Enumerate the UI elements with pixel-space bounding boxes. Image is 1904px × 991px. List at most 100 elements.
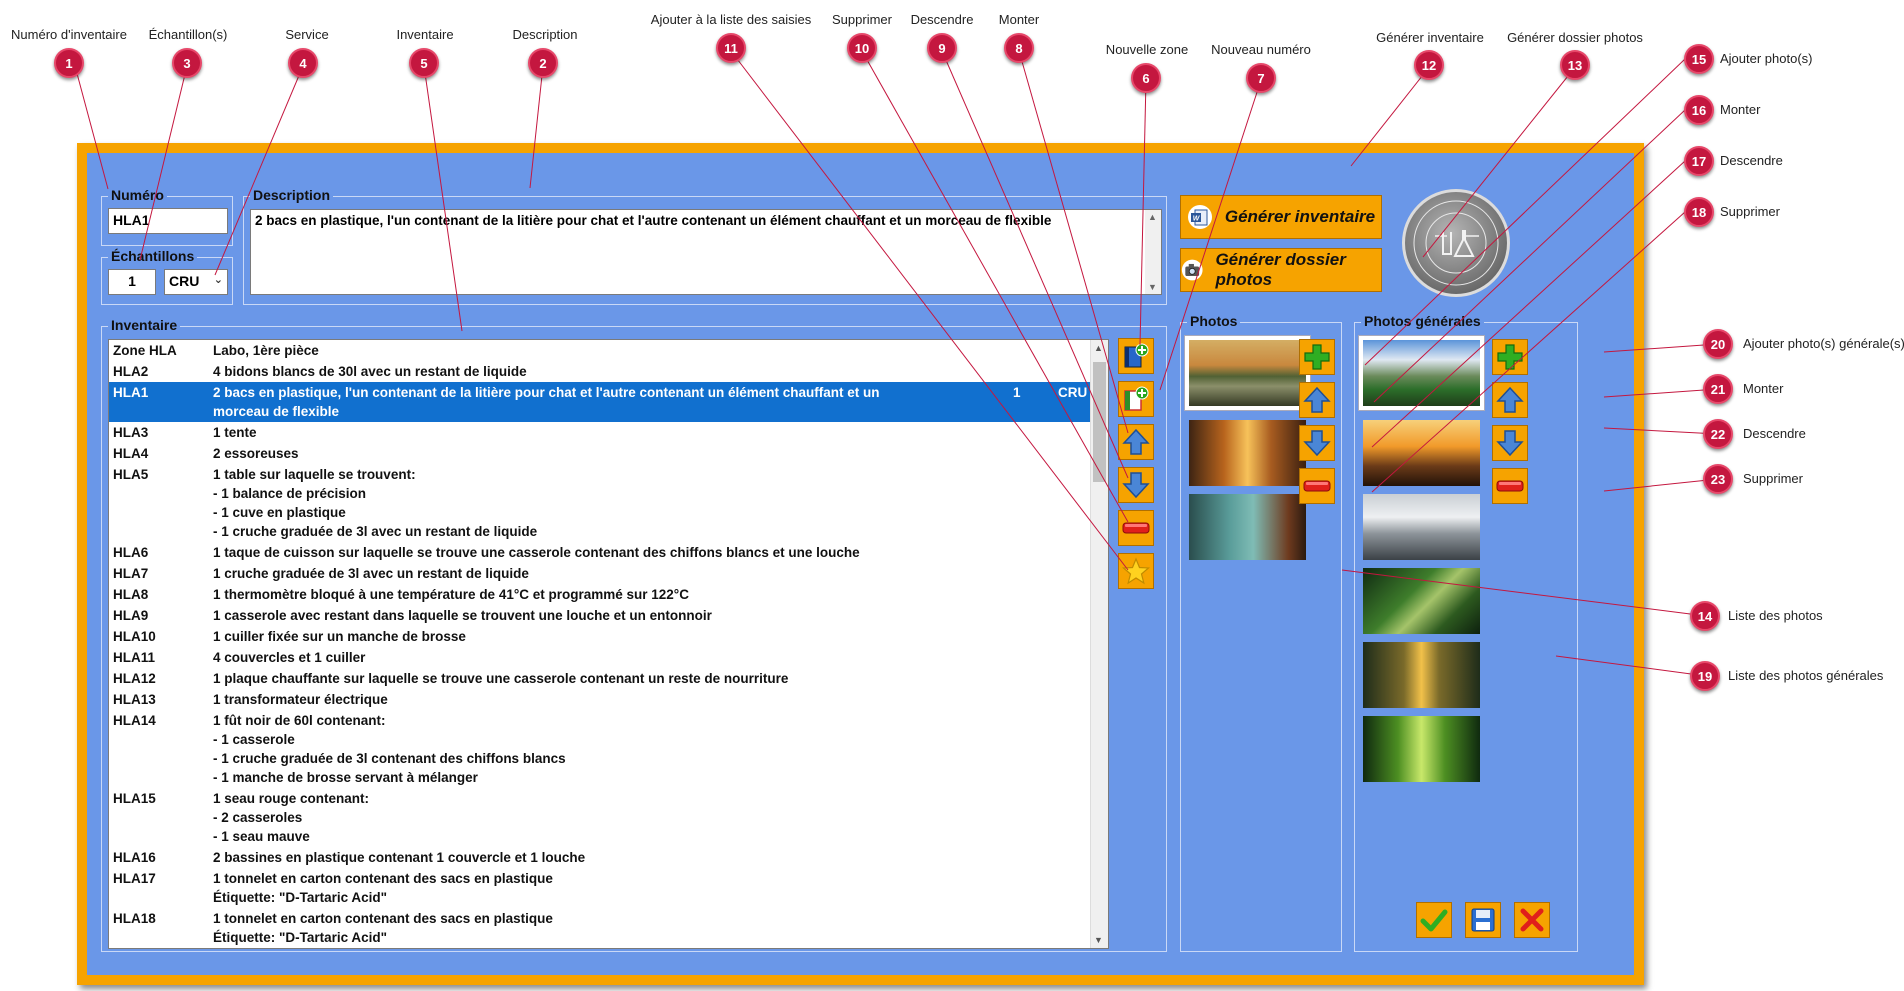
photo-thumbnail-1[interactable] [1185,336,1310,410]
description-textarea[interactable]: 2 bacs en plastique, l'un contenant de l… [250,209,1162,295]
inventory-row-quantity [1013,627,1058,646]
inventory-row[interactable]: HLA9 1 casserole avec restant dans laquel… [109,605,1108,626]
callout-badge-3: 3 [172,48,202,78]
inventory-row-description-line: 1 casserole avec restant dans laquelle s… [213,608,712,623]
numero-input[interactable]: HLA1 [108,208,228,234]
inventory-row[interactable]: HLA2 4 bidons blancs de 30l avec un resta… [109,361,1108,382]
inventory-row-quantity [1013,362,1058,381]
inventory-row[interactable]: Zone HLA Labo, 1ère pièce [109,340,1108,361]
inventory-row[interactable]: HLA8 1 thermomètre bloqué à une températu… [109,584,1108,605]
inventory-row-description-line: - 1 balance de précision [213,486,367,501]
cancel-button[interactable] [1514,902,1550,938]
general-photo-move-up-button[interactable] [1492,382,1528,418]
inventory-row[interactable]: HLA5 1 table sur laquelle se trouvent: - 1… [109,464,1108,542]
photo-thumbnail-2[interactable] [1189,420,1306,486]
inventory-row-description-line: Étiquette: "D-Tartaric Acid" [213,930,388,945]
photo-thumbnail-3[interactable] [1189,494,1306,560]
inventory-row-description: 4 couvercles et 1 cuiller [213,648,1013,667]
inventory-scrollbar[interactable]: ▲ ▼ [1090,340,1108,948]
description-title: Description [250,187,334,203]
callout-label-20: Ajouter photo(s) générale(s) [1743,336,1904,351]
callout-label-11: Ajouter à la liste des saisies [650,12,812,27]
callout-label-17: Descendre [1720,153,1783,168]
inventory-row-description-line: 2 essoreuses [213,446,299,461]
inventory-row-quantity [1013,465,1058,541]
generate-photo-folder-button[interactable]: Générer dossier photos [1180,248,1382,292]
validate-button[interactable] [1416,902,1452,938]
callout-label-7: Nouveau numéro [1211,42,1311,57]
inventory-row-code: HLA13 [113,692,156,707]
inventory-row[interactable]: HLA4 2 essoreuses [109,443,1108,464]
new-number-button[interactable] [1118,381,1154,417]
inventory-row-code: HLA14 [113,713,156,728]
inventory-row-code: HLA6 [113,545,149,560]
delete-icon [1122,522,1150,534]
echantillons-quantity-input[interactable]: 1 [108,269,156,295]
inventory-row-quantity [1013,606,1058,625]
photo-delete-button[interactable] [1299,468,1335,504]
inventory-row-code: HLA4 [113,446,149,461]
inventory-row[interactable]: HLA3 1 tente [109,422,1108,443]
general-photo-thumbnail-1[interactable] [1359,336,1484,410]
inventory-row-description: 1 plaque chauffante sur laquelle se trou… [213,669,1013,688]
callout-label-6: Nouvelle zone [1105,42,1189,57]
generate-inventory-button[interactable]: W Générer inventaire [1180,195,1382,239]
scroll-down-icon[interactable]: ▼ [1148,282,1157,292]
inventory-row[interactable]: HLA18 1 tonnelet en carton contenant des … [109,908,1108,948]
add-general-photo-button[interactable] [1492,339,1528,375]
service-select[interactable]: CRU ⌄ [164,269,228,295]
move-up-button[interactable] [1118,424,1154,460]
delete-button[interactable] [1118,510,1154,546]
inventory-row-quantity [1013,690,1058,709]
inventory-row[interactable]: HLA7 1 cruche graduée de 3l avec un resta… [109,563,1108,584]
inventory-row[interactable]: HLA10 1 cuiller fixée sur un manche de br… [109,626,1108,647]
inventory-row[interactable]: HLA16 2 bassines en plastique contenant 1… [109,847,1108,868]
inventory-row[interactable]: HLA13 1 transformateur électrique [109,689,1108,710]
inventory-row[interactable]: HLA6 1 taque de cuisson sur laquelle se t… [109,542,1108,563]
description-scrollbar[interactable]: ▲ ▼ [1145,210,1161,294]
general-photo-thumbnail-3[interactable] [1363,494,1480,560]
description-group: Description 2 bacs en plastique, l'un co… [243,187,1167,305]
move-down-button[interactable] [1118,467,1154,503]
inventory-row-description-line: - 1 casserole [213,732,295,747]
photo-move-up-button[interactable] [1299,382,1335,418]
scroll-up-icon[interactable]: ▲ [1148,212,1157,222]
inventory-row[interactable]: HLA14 1 fût noir de 60l contenant: - 1 cas… [109,710,1108,788]
window-client-area: Numéro HLA1 Échantillons 1 CRU ⌄ Descrip… [87,153,1634,975]
inventory-row[interactable]: HLA12 1 plaque chauffante sur laquelle se… [109,668,1108,689]
inventory-row-description-line: morceau de flexible [213,404,340,419]
inventory-row[interactable]: HLA1 2 bacs en plastique, l'un contenant … [109,382,1108,422]
general-photo-delete-button[interactable] [1492,468,1528,504]
inventory-row-quantity [1013,648,1058,667]
callout-badge-22: 22 [1703,419,1733,449]
callout-badge-13: 13 [1560,50,1590,80]
delete-icon [1496,480,1524,492]
inventory-list[interactable]: Zone HLA Labo, 1ère pièce HLA2 4 bidons bla… [108,339,1109,949]
inventory-row[interactable]: HLA11 4 couvercles et 1 cuiller [109,647,1108,668]
save-button[interactable] [1465,902,1501,938]
inventory-row[interactable]: HLA15 1 seau rouge contenant: - 2 casserol… [109,788,1108,847]
callout-label-15: Ajouter photo(s) [1720,51,1813,66]
inventory-row[interactable]: HLA17 1 tonnelet en carton contenant des … [109,868,1108,908]
callout-badge-9: 9 [927,33,957,63]
add-photo-button[interactable] [1299,339,1335,375]
new-zone-button[interactable] [1118,338,1154,374]
inventory-row-description-line: 1 cruche graduée de 3l avec un restant d… [213,566,529,581]
add-to-entries-button[interactable] [1118,553,1154,589]
scrollbar-thumb[interactable] [1093,362,1106,482]
general-photo-move-down-button[interactable] [1492,425,1528,461]
inventory-row-code: HLA7 [113,566,149,581]
inventory-row-description: 1 cuiller fixée sur un manche de brosse [213,627,1013,646]
general-photo-thumbnail-5[interactable] [1363,642,1480,708]
general-photo-thumbnail-2[interactable] [1363,420,1480,486]
inventory-row-code: HLA3 [113,425,149,440]
inventory-row-code: HLA16 [113,850,156,865]
scroll-up-icon[interactable]: ▲ [1094,343,1103,353]
scroll-down-icon[interactable]: ▼ [1094,935,1103,945]
camera-icon [1181,259,1203,281]
arrow-down-icon [1122,472,1150,499]
general-photo-thumbnail-6[interactable] [1363,716,1480,782]
inventory-row-description: 1 tonnelet en carton contenant des sacs … [213,909,1013,947]
general-photo-thumbnail-4[interactable] [1363,568,1480,634]
photo-move-down-button[interactable] [1299,425,1335,461]
